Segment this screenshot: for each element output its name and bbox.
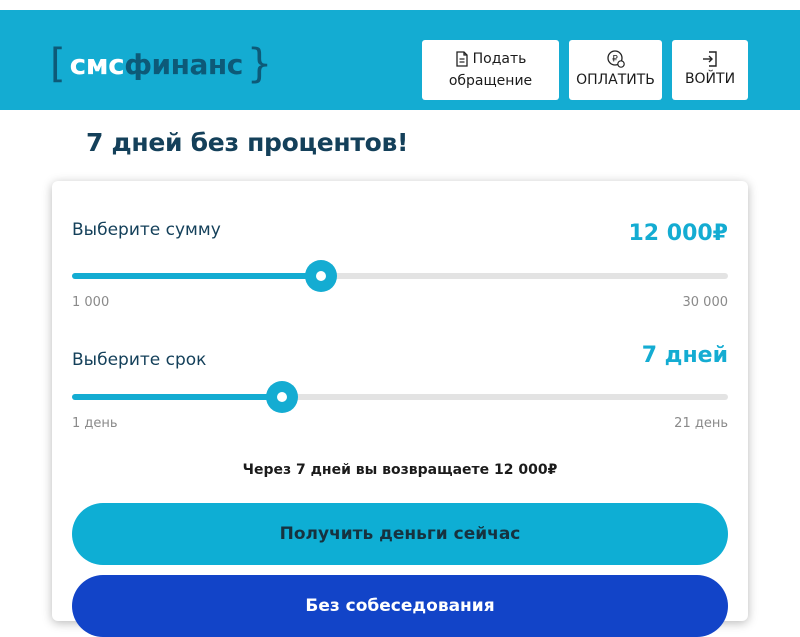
- top-strip: [0, 0, 800, 10]
- term-value: 7 дней: [641, 343, 728, 368]
- logo-part-sms: смс: [69, 47, 125, 81]
- login-icon: [701, 50, 719, 68]
- term-min: 1 день: [72, 416, 118, 431]
- no-interview-button[interactable]: Без собеседования: [72, 575, 728, 637]
- appeal-label-line1: Подать: [472, 51, 527, 67]
- term-label: Выберите срок: [72, 350, 207, 370]
- term-slider-fill: [72, 394, 282, 400]
- logo-right-bracket: }: [246, 41, 273, 87]
- term-max: 21 день: [674, 416, 728, 431]
- page-title: 7 дней без процентов!: [86, 128, 409, 157]
- ruble-coin-icon: ₽: [606, 49, 626, 69]
- login-label: ВОЙТИ: [684, 71, 736, 87]
- logo-left-bracket: [: [50, 41, 66, 87]
- pay-button[interactable]: ₽ ОПЛАТИТЬ: [569, 40, 662, 100]
- pay-label: ОПЛАТИТЬ: [576, 72, 655, 88]
- amount-slider-thumb[interactable]: [305, 260, 338, 292]
- term-slider[interactable]: [72, 381, 728, 413]
- svg-text:₽: ₽: [612, 55, 618, 65]
- logo-part-finance: финанс: [124, 47, 243, 81]
- submit-appeal-button[interactable]: Подать обращение: [422, 40, 559, 100]
- amount-max: 30 000: [682, 295, 729, 310]
- loan-calculator-card: Выберите сумму 12 000₽ 1 000 30 000 Выбе…: [52, 181, 748, 637]
- amount-slider[interactable]: [72, 260, 728, 292]
- logo[interactable]: [ смс финанс }: [50, 42, 272, 86]
- repayment-summary: Через 7 дней вы возвращаете 12 000₽: [242, 462, 558, 478]
- term-slider-thumb[interactable]: [265, 381, 298, 413]
- header: [ смс финанс } Подать обращение ₽ ОПЛАТИ…: [0, 10, 800, 110]
- get-money-now-button[interactable]: Получить деньги сейчас: [72, 503, 728, 565]
- login-button[interactable]: ВОЙТИ: [672, 40, 748, 100]
- document-icon: [455, 51, 469, 67]
- appeal-label-line2: обращение: [448, 73, 533, 89]
- amount-slider-fill: [72, 273, 322, 279]
- amount-min: 1 000: [72, 295, 110, 310]
- amount-value: 12 000₽: [628, 221, 728, 246]
- amount-label: Выберите сумму: [72, 220, 221, 240]
